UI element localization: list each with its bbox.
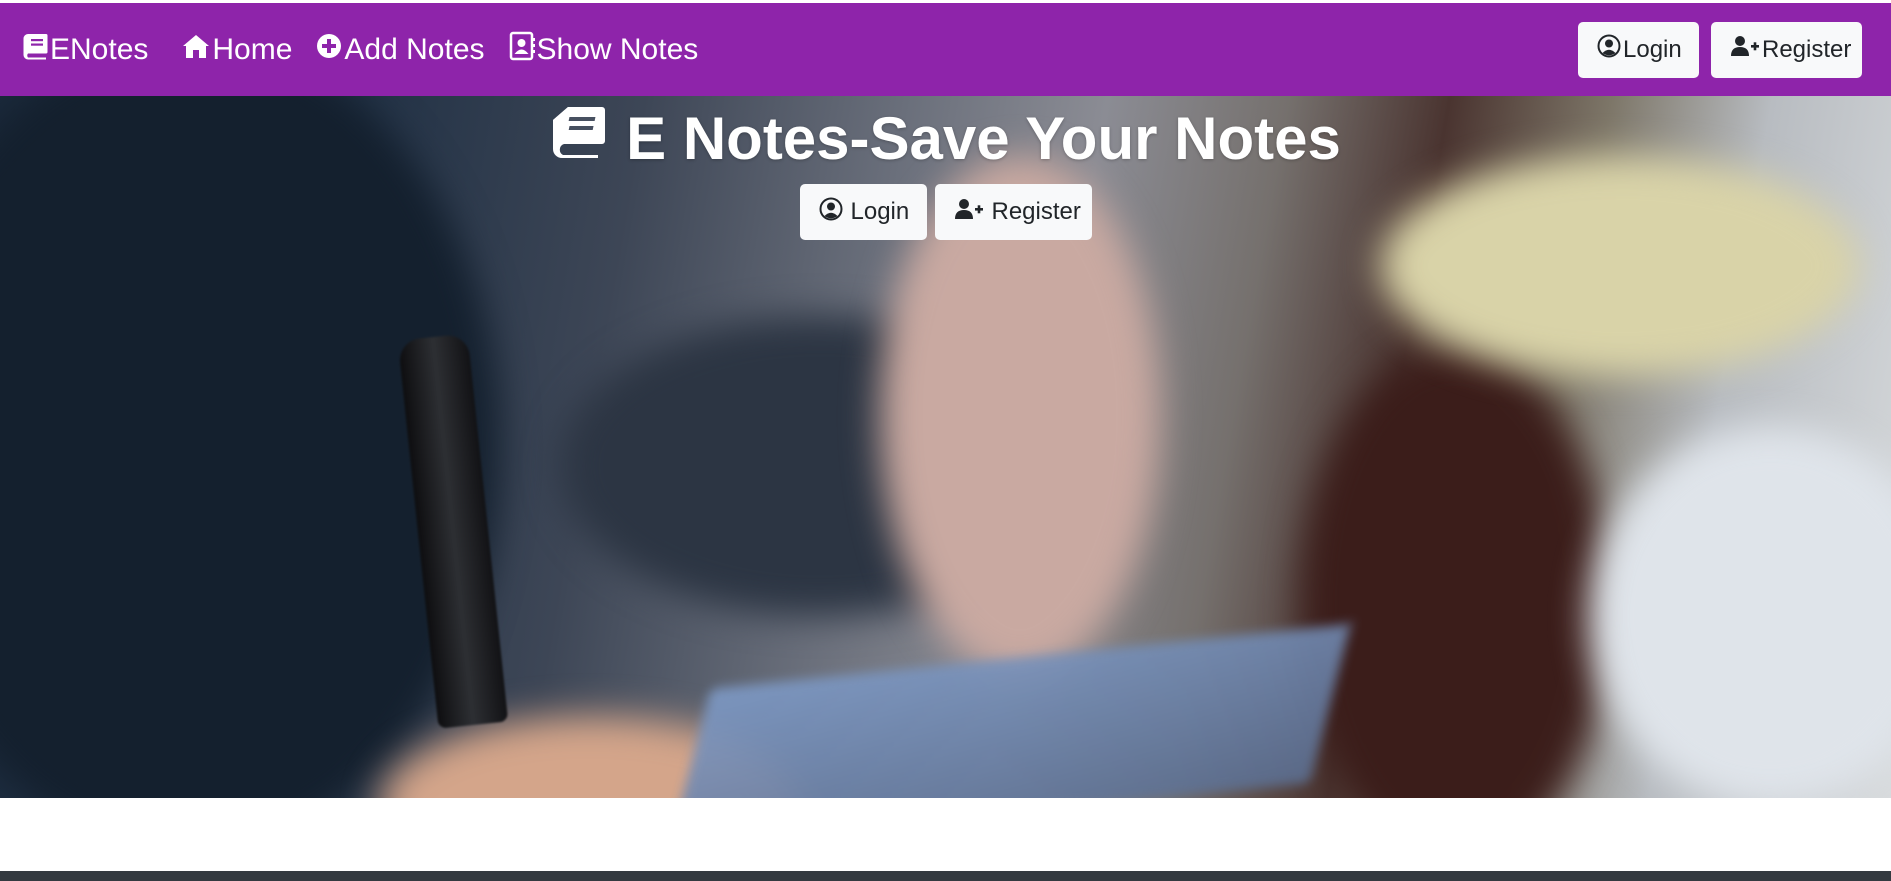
- hero-section: E Notes-Save Your Notes Login Register: [0, 96, 1891, 798]
- navbar: ENotes Home Add Notes Show Notes Login R…: [0, 3, 1891, 96]
- plus-circle-icon: [316, 33, 344, 67]
- hero-login-label: Login: [850, 198, 910, 225]
- nav-login-label: Login: [1623, 35, 1682, 63]
- hero-title: E Notes-Save Your Notes: [550, 104, 1341, 173]
- user-plus-icon: [1730, 34, 1762, 65]
- footer-bar: [0, 871, 1891, 881]
- nav-show-notes[interactable]: Show Notes: [509, 31, 699, 69]
- user-plus-icon: [954, 197, 992, 228]
- nav-register-label: Register: [1762, 35, 1852, 63]
- hero-buttons: Login Register: [0, 184, 1891, 240]
- hero-login-button[interactable]: Login: [799, 184, 927, 240]
- hero-title-text: E Notes-Save Your Notes: [626, 105, 1341, 172]
- nav-register-button[interactable]: Register: [1711, 21, 1862, 78]
- hero-content: E Notes-Save Your Notes Login Register: [0, 96, 1891, 240]
- nav-add-notes[interactable]: Add Notes: [316, 32, 485, 67]
- book-icon: [22, 32, 50, 68]
- brand-label: ENotes: [50, 32, 149, 66]
- hero-register-label: Register: [991, 198, 1081, 225]
- hero-background-drink: [1300, 346, 1610, 798]
- nav-show-notes-label: Show Notes: [536, 32, 699, 66]
- address-book-icon: [509, 31, 537, 69]
- nav-home-label: Home: [212, 32, 293, 66]
- brand-link[interactable]: ENotes: [22, 32, 148, 68]
- home-icon: [182, 33, 212, 67]
- hero-background-cup: [1590, 426, 1891, 798]
- nav-add-notes-label: Add Notes: [344, 32, 485, 66]
- user-circle-icon: [1597, 34, 1623, 65]
- nav-login-button[interactable]: Login: [1578, 21, 1699, 78]
- nav-home[interactable]: Home: [182, 33, 292, 67]
- book-icon: [550, 104, 626, 173]
- user-circle-icon: [819, 197, 851, 228]
- hero-register-button[interactable]: Register: [934, 184, 1092, 240]
- nav-right-actions: Login Register: [1578, 21, 1862, 78]
